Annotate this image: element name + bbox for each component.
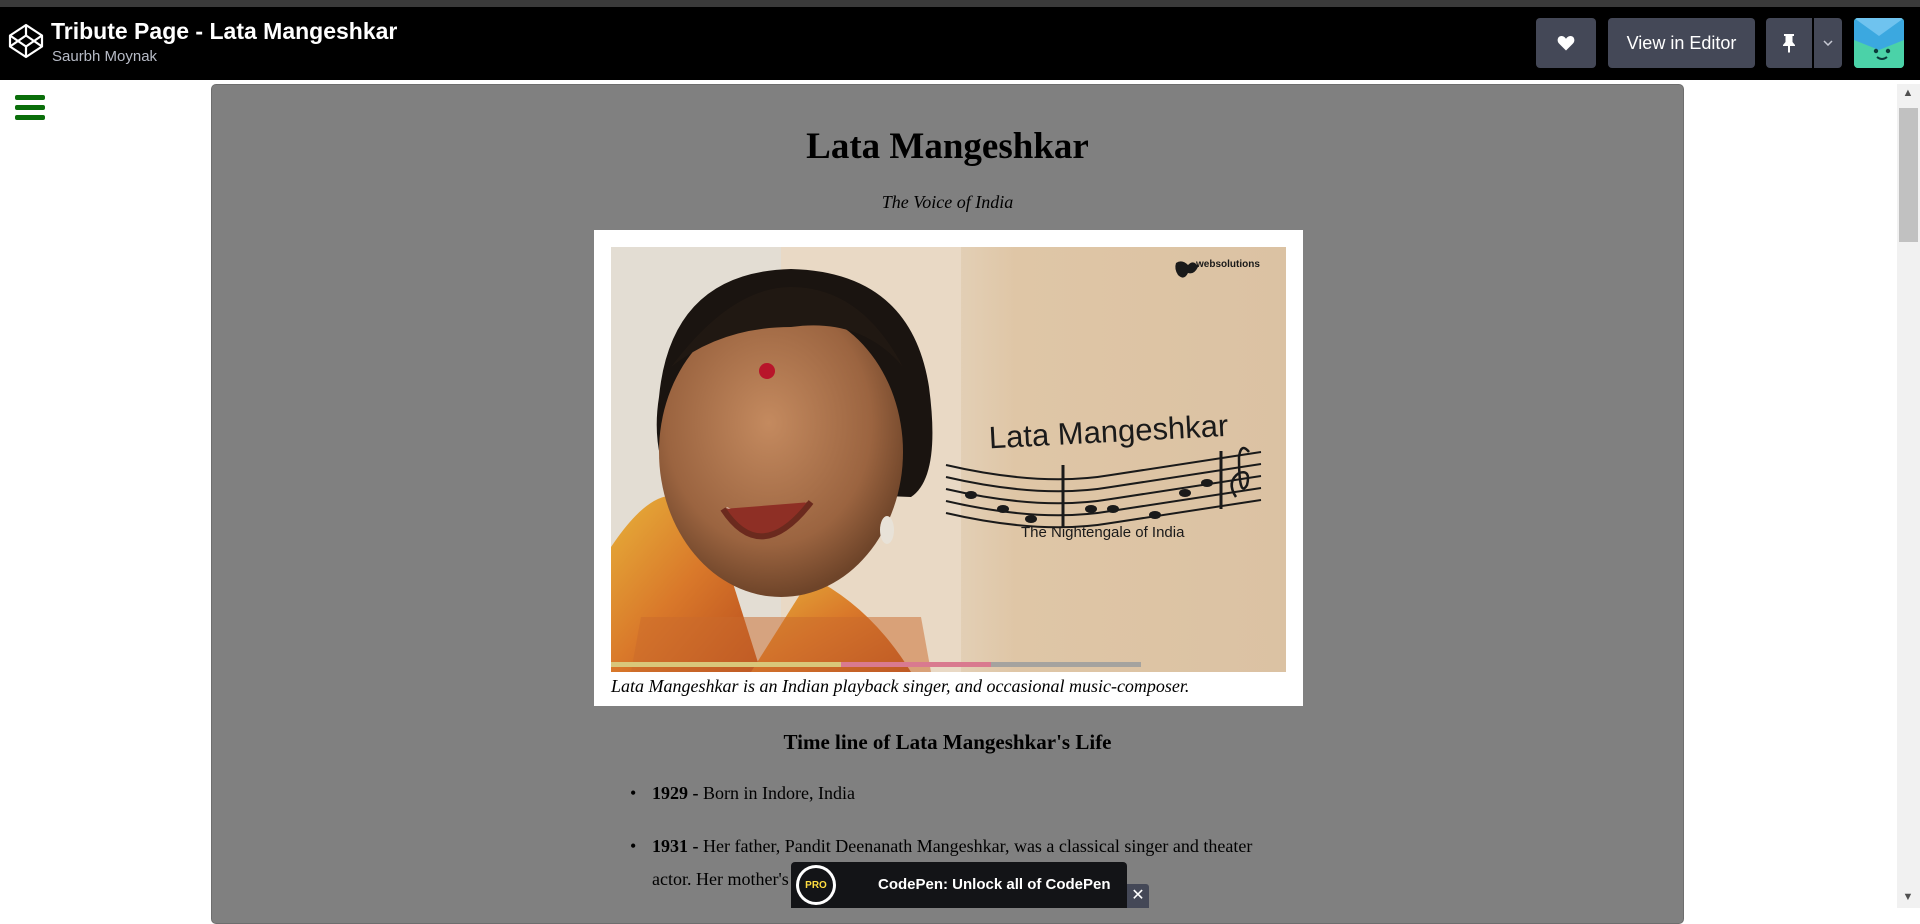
page-title: Lata Mangeshkar [806,126,1089,167]
scrollbar-thumb[interactable] [1899,108,1918,242]
pro-promo-banner[interactable]: PRO CodePen: Unlock all of CodePen [791,862,1127,908]
like-button[interactable] [1536,18,1596,68]
window-top-edge [0,0,1920,7]
timeline-item: 1929 - Born in Indore, India [630,777,1272,810]
timeline-heading: Time line of Lata Mangeshkar's Life [783,730,1112,754]
image-caption: Lata Mangeshkar is an Indian playback si… [611,676,1190,696]
tribute-main: Lata Mangeshkar The Voice of India webso… [211,84,1684,924]
chevron-down-icon [1823,40,1833,46]
image-logo-text: websolutions [1195,259,1260,270]
pin-options-button[interactable] [1814,18,1842,68]
scroll-up-icon[interactable]: ▲ [1900,86,1916,100]
codepen-header: Tribute Page - Lata Mangeshkar Saurbh Mo… [0,7,1920,80]
image-tagline-text: The Nightengale of India [1021,524,1185,541]
avatar-icon [1854,18,1904,68]
pen-author[interactable]: Saurbh Moynak [52,48,157,65]
timeline-year: 1931 - [652,836,699,856]
view-in-editor-button[interactable]: View in Editor [1608,18,1755,68]
tribute-image: websolutions Lata Mangeshkar The Nighten… [611,247,1286,672]
timeline-year: 1929 - [652,783,699,803]
pro-badge-icon: PRO [796,865,836,905]
pro-badge-label: PRO [799,868,833,902]
menu-toggle-icon[interactable] [15,95,45,121]
portrait-artwork: websolutions Lata Mangeshkar The Nighten… [611,247,1262,672]
codepen-logo-icon[interactable] [8,23,44,59]
image-figure: websolutions Lata Mangeshkar The Nighten… [594,230,1303,706]
user-avatar[interactable] [1854,18,1904,68]
pin-icon [1783,34,1795,53]
heart-icon [1557,36,1575,51]
pin-button[interactable] [1766,18,1812,68]
page-subtitle: The Voice of India [881,192,1014,212]
pen-title[interactable]: Tribute Page - Lata Mangeshkar [51,18,397,45]
scroll-down-icon[interactable]: ▼ [1900,890,1916,904]
close-icon[interactable]: ✕ [1127,884,1149,908]
timeline-text: Born in Indore, India [698,783,855,803]
image-title-text: Lata Mangeshkar [988,408,1229,455]
promo-text[interactable]: CodePen: Unlock all of CodePen [878,876,1111,893]
